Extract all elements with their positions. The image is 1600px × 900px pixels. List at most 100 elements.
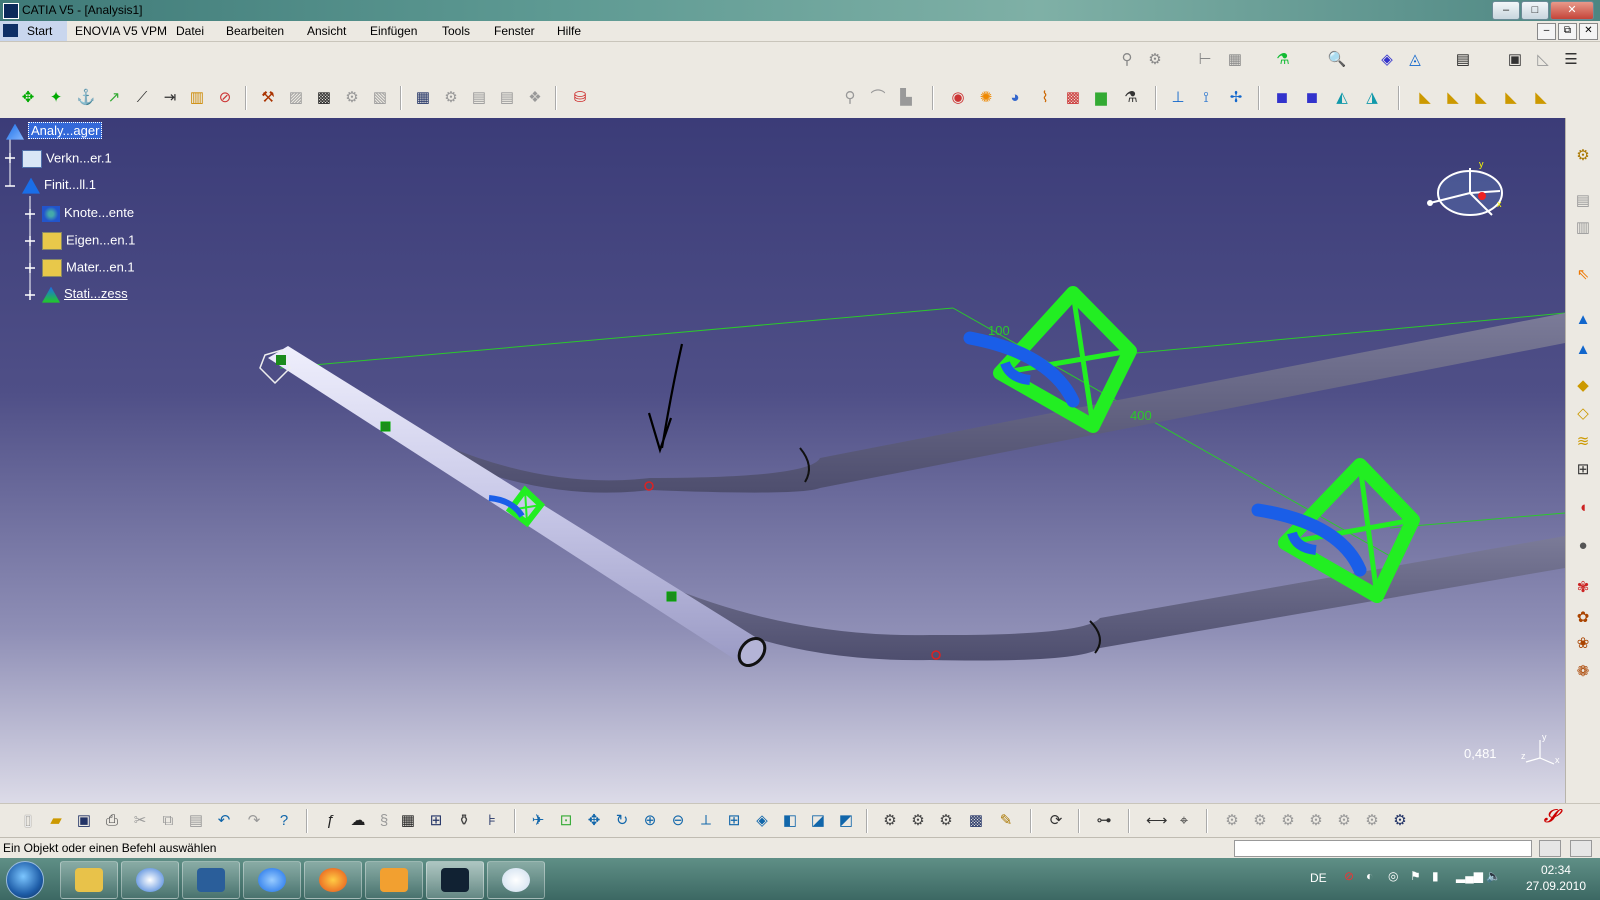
taskbar-catia[interactable] [426, 861, 484, 899]
taskbar-app2[interactable] [121, 861, 179, 899]
dimension-icon[interactable]: ⇥ [160, 88, 180, 108]
grid-icon[interactable]: ▨ [286, 88, 306, 108]
command-history-button[interactable] [1539, 840, 1561, 857]
clamp-icon[interactable]: ✿ [1573, 608, 1593, 628]
bluetooth-icon[interactable]: ◐ [1366, 869, 1373, 883]
axis-icon[interactable]: ⊥ [1168, 88, 1188, 108]
mesh-icon[interactable]: ⚒ [258, 88, 278, 108]
gear-gray-icon[interactable]: ⚙ [342, 88, 362, 108]
tree-node-eigenschaften[interactable]: Eigen...en.1 [42, 232, 135, 250]
volume-icon[interactable]: 🔈 [1486, 869, 1501, 883]
tray-app-icon[interactable]: ◎ [1388, 869, 1398, 883]
mdi-restore-button[interactable]: ⧉ [1558, 23, 1577, 40]
cube-icon[interactable]: ◼ [1272, 88, 1292, 108]
cube2-icon[interactable]: ◼ [1302, 88, 1322, 108]
hierarchy-icon[interactable]: ⊶ [1094, 811, 1114, 831]
multi-view-icon[interactable]: ⊞ [724, 811, 744, 831]
swap-visible-icon[interactable]: ◩ [836, 811, 856, 831]
plane2-icon[interactable]: ◮ [1362, 88, 1382, 108]
analysis-icon[interactable]: ⚗ [1121, 88, 1141, 108]
menu-enovia[interactable]: ENOVIA V5 VPM [75, 24, 167, 38]
menu-fenster[interactable]: Fenster [494, 24, 535, 38]
flag-icon[interactable]: ⚑ [1410, 869, 1421, 883]
zoom-in-icon[interactable]: ⊕ [640, 811, 660, 831]
catalog-icon[interactable]: ⚱ [454, 811, 474, 831]
menu-hilfe[interactable]: Hilfe [557, 24, 581, 38]
report-icon[interactable]: ▣ [1505, 50, 1525, 70]
fly-mode-icon[interactable]: ✈ [528, 811, 548, 831]
antivirus-icon[interactable]: ⊘ [1344, 869, 1354, 883]
menu-ansicht[interactable]: Ansicht [307, 24, 346, 38]
save-icon[interactable]: ▣ [74, 811, 94, 831]
tool-g-icon[interactable]: ⚙ [1390, 811, 1410, 831]
fe-tool-icon[interactable]: ⚲ [1117, 50, 1137, 70]
grid-table-icon[interactable]: ▦ [398, 811, 418, 831]
tool-c-icon[interactable]: ⚙ [1278, 811, 1298, 831]
tree-structure-icon[interactable]: ⊧ [482, 811, 502, 831]
stack-icon[interactable]: ▤ [469, 88, 489, 108]
compute-icon[interactable]: ⛁ [570, 88, 590, 108]
taskbar-media[interactable] [365, 861, 423, 899]
no-load-icon[interactable]: ⊘ [215, 88, 235, 108]
undo-icon[interactable]: ↶ [214, 811, 234, 831]
windows-start-button[interactable] [6, 861, 44, 899]
taskbar-ie[interactable] [243, 861, 301, 899]
mdi-minimize-button[interactable]: – [1537, 23, 1556, 40]
cube-view-icon[interactable]: ◈ [1377, 50, 1397, 70]
section-icon[interactable]: ◣ [1415, 88, 1435, 108]
section5-icon[interactable]: ◣ [1531, 88, 1551, 108]
redo-icon[interactable]: ↷ [244, 811, 264, 831]
fit-all-icon[interactable]: ⊡ [556, 811, 576, 831]
chart-icon[interactable]: ▙ [896, 88, 916, 108]
whats-this-icon[interactable]: ? [274, 811, 294, 831]
palette-tool-icon[interactable]: ✎ [996, 811, 1016, 831]
normal-view-icon[interactable]: ⟂ [696, 811, 716, 831]
burst-icon[interactable]: ✺ [976, 88, 996, 108]
zoom-out-icon[interactable]: ⊖ [668, 811, 688, 831]
open-folder-icon[interactable]: ▰ [46, 811, 66, 831]
stack2-icon[interactable]: ▤ [497, 88, 517, 108]
settings-gear-icon[interactable]: ⚙ [1573, 146, 1593, 166]
minimize-button[interactable]: – [1492, 1, 1520, 20]
tool-f-icon[interactable]: ⚙ [1362, 811, 1382, 831]
triad-icon[interactable]: ✢ [1226, 88, 1246, 108]
deform-icon[interactable]: ⚲ [840, 88, 860, 108]
tetra-mesh-icon[interactable]: ▲ [1573, 310, 1593, 330]
measure-item-icon[interactable]: ⌖ [1174, 811, 1194, 831]
cut-icon[interactable]: ✂ [130, 811, 150, 831]
list-icon[interactable]: ☰ [1561, 50, 1581, 70]
gears3-icon[interactable]: ⚙ [936, 811, 956, 831]
doc2-icon[interactable]: ▥ [1573, 218, 1593, 238]
formula-icon[interactable]: ƒ [320, 811, 340, 831]
beam-prop-icon[interactable]: ⊞ [1573, 460, 1593, 480]
deform2-icon[interactable]: ⌒ [868, 88, 888, 108]
report2-icon[interactable]: ◺ [1533, 50, 1553, 70]
section3-icon[interactable]: ◣ [1471, 88, 1491, 108]
menu-start[interactable]: Start [0, 21, 67, 41]
print-icon[interactable]: ⎙ [102, 811, 122, 831]
calculator-icon[interactable]: ▤ [1453, 50, 1473, 70]
fx-icon[interactable]: ▩ [314, 88, 334, 108]
shading-icon[interactable]: ◧ [780, 811, 800, 831]
tetra-mesh2-icon[interactable]: ▲ [1573, 340, 1593, 360]
taskbar-paint[interactable] [487, 861, 545, 899]
network-icon[interactable]: ⊞ [426, 811, 446, 831]
sphere-icon[interactable]: ● [1573, 536, 1593, 556]
table-tool-icon[interactable]: ▦ [1225, 50, 1245, 70]
taskbar-firefox[interactable] [304, 861, 362, 899]
mdi-close-button[interactable]: ✕ [1579, 23, 1598, 40]
fe-tool2-icon[interactable]: ⚙ [1145, 50, 1165, 70]
plane-icon[interactable]: ◭ [1332, 88, 1352, 108]
tool-e-icon[interactable]: ⚙ [1334, 811, 1354, 831]
cluster-icon[interactable]: ❖ [525, 88, 545, 108]
pin-icon[interactable]: ⟟ [1196, 88, 1216, 108]
update-icon[interactable]: ⟳ [1046, 811, 1066, 831]
pointer-icon[interactable]: ↗ [104, 88, 124, 108]
menu-einfuegen[interactable]: Einfügen [370, 24, 417, 38]
law-icon[interactable]: § [374, 811, 394, 831]
wall-icon[interactable]: ▥ [187, 88, 207, 108]
copy-icon[interactable]: ⧉ [158, 811, 178, 831]
measure-icon[interactable]: ⊢ [1195, 50, 1215, 70]
taskbar-explorer[interactable] [60, 861, 118, 899]
tree-node-finite-element-model[interactable]: Finit...ll.1 [22, 177, 96, 194]
